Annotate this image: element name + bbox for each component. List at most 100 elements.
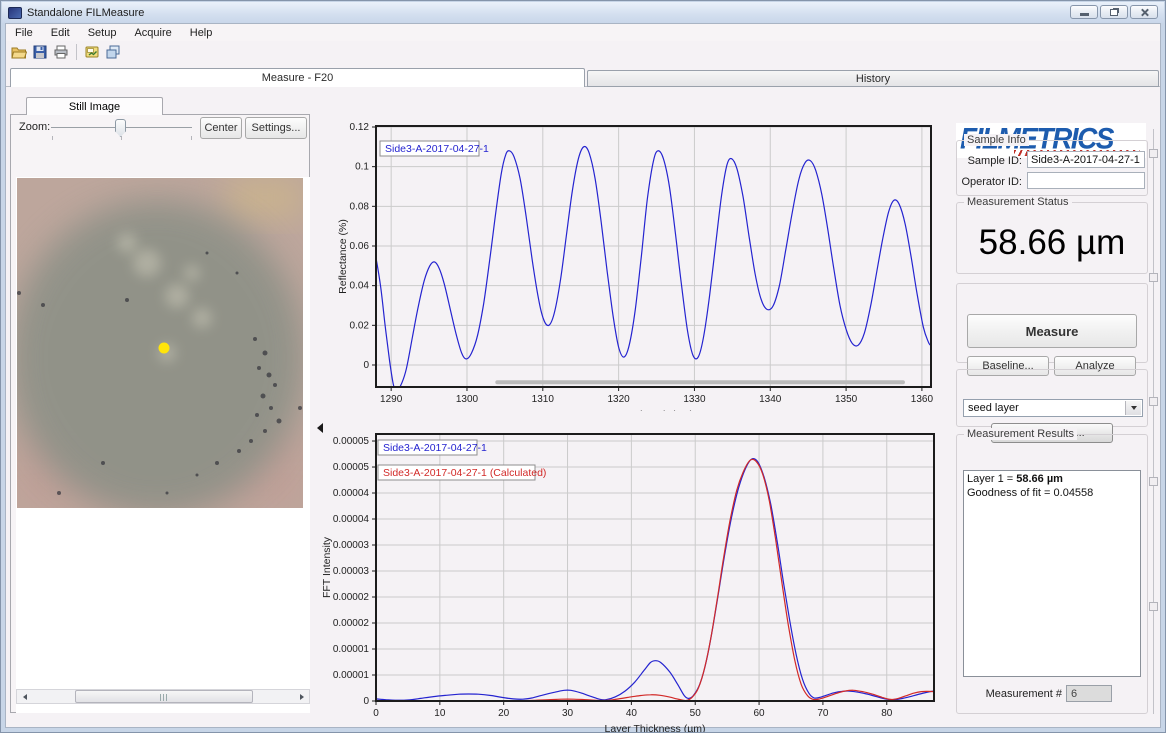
svg-text:Side3-A-2017-04-27-1: Side3-A-2017-04-27-1 [385, 143, 489, 155]
still-image-label: Still Image [69, 101, 120, 113]
splitter-grip[interactable] [1149, 477, 1158, 486]
toolbar [6, 41, 1160, 63]
camera-image[interactable] [17, 178, 303, 508]
splitter-grip[interactable] [1149, 149, 1158, 158]
measurement-number-label: Measurement # [956, 688, 1062, 700]
camera-viewport[interactable] [16, 177, 310, 713]
menu-acquire[interactable]: Acquire [125, 25, 180, 41]
svg-text:0.00002: 0.00002 [333, 618, 370, 629]
menu-file[interactable]: File [6, 25, 42, 41]
svg-text:0.00005: 0.00005 [333, 462, 370, 473]
svg-text:1350: 1350 [835, 394, 858, 405]
svg-text:1360: 1360 [911, 394, 934, 405]
zoom-tick [121, 136, 122, 140]
zoom-label: Zoom: [19, 121, 50, 133]
measurement-value: 58.66 µm [957, 223, 1147, 263]
copy-icon[interactable] [104, 44, 122, 61]
results-listbox[interactable]: Layer 1 = 58.66 µm Goodness of fit = 0.0… [963, 470, 1141, 677]
menu-help[interactable]: Help [181, 25, 222, 41]
svg-text:0.04: 0.04 [350, 281, 370, 292]
fft-chart[interactable]: 0102030405060708000.000010.000010.000020… [318, 424, 946, 733]
app-window: Standalone FILMeasure File Edit Setup Ac… [0, 0, 1166, 733]
splitter-grip[interactable] [1149, 397, 1158, 406]
menu-bar: File Edit Setup Acquire Help [6, 24, 1160, 41]
svg-text:0.1: 0.1 [355, 162, 369, 173]
right-splitter[interactable] [1153, 129, 1154, 714]
settings-button[interactable]: Settings... [245, 117, 307, 139]
scroll-left-button[interactable] [17, 690, 32, 703]
svg-text:40: 40 [626, 708, 638, 719]
svg-text:0.00001: 0.00001 [333, 670, 370, 681]
app-icon [8, 7, 22, 19]
scrollbar-thumb[interactable] [75, 690, 253, 703]
svg-text:70: 70 [817, 708, 829, 719]
center-button[interactable]: Center [200, 117, 242, 139]
window-title: Standalone FILMeasure [27, 7, 144, 19]
acquire-icon[interactable] [83, 44, 101, 61]
svg-text:0: 0 [363, 360, 369, 371]
svg-text:0.06: 0.06 [350, 241, 370, 252]
svg-text:0.00003: 0.00003 [333, 540, 370, 551]
svg-text:0.00004: 0.00004 [333, 488, 370, 499]
svg-text:1320: 1320 [607, 394, 630, 405]
svg-text:0.00002: 0.00002 [333, 592, 370, 603]
operator-id-input[interactable] [1027, 172, 1145, 189]
measurement-status-title: Measurement Status [964, 196, 1072, 208]
measure-button[interactable]: Measure [967, 314, 1137, 348]
minimize-button[interactable] [1070, 5, 1098, 19]
restore-icon [1110, 9, 1118, 16]
splitter-grip[interactable] [1149, 273, 1158, 282]
svg-text:60: 60 [754, 708, 766, 719]
result-line-1: Layer 1 = 58.66 µm [967, 472, 1137, 486]
close-button[interactable] [1130, 5, 1158, 19]
svg-text:20: 20 [498, 708, 510, 719]
horizontal-scrollbar[interactable] [16, 689, 310, 704]
save-icon[interactable] [31, 44, 49, 61]
svg-text:1310: 1310 [532, 394, 555, 405]
menu-edit[interactable]: Edit [42, 25, 79, 41]
svg-text:0.00003: 0.00003 [333, 566, 370, 577]
tab-measure-label: Measure - F20 [262, 72, 334, 84]
print-icon[interactable] [52, 44, 70, 61]
restore-button[interactable] [1100, 5, 1128, 19]
zoom-tick [52, 136, 53, 140]
measurement-results-title: Measurement Results [964, 428, 1077, 440]
svg-text:80: 80 [881, 708, 893, 719]
svg-text:0.00001: 0.00001 [333, 644, 370, 655]
arrow-left-icon [23, 694, 27, 700]
recipe-group [956, 369, 1148, 427]
scroll-right-button[interactable] [294, 690, 309, 703]
zoom-slider-thumb[interactable] [115, 119, 126, 137]
sample-id-input[interactable] [1027, 151, 1145, 168]
zoom-tick [191, 136, 192, 140]
measurement-number-field [1066, 685, 1112, 702]
svg-text:0.12: 0.12 [350, 122, 370, 133]
close-icon [1140, 8, 1149, 17]
tab-history[interactable]: History [587, 70, 1159, 87]
result-line-2: Goodness of fit = 0.04558 [967, 486, 1137, 500]
chevron-down-icon[interactable] [1125, 401, 1141, 415]
menu-setup[interactable]: Setup [79, 25, 126, 41]
open-icon[interactable] [10, 44, 28, 61]
svg-text:50: 50 [690, 708, 702, 719]
svg-text:1290: 1290 [380, 394, 403, 405]
reflectance-chart[interactable]: 1290130013101320133013401350136000.020.0… [336, 119, 948, 416]
svg-text:10: 10 [434, 708, 446, 719]
minimize-icon [1080, 13, 1089, 16]
operator-id-label: Operator ID: [952, 176, 1022, 188]
tab-measure-f20[interactable]: Measure - F20 [10, 68, 585, 87]
sample-id-label: Sample ID: [958, 155, 1022, 167]
splitter-grip[interactable] [1149, 602, 1158, 611]
tab-still-image[interactable]: Still Image [26, 97, 163, 115]
svg-text:1330: 1330 [683, 394, 706, 405]
measurement-status-group: Measurement Status 58.66 µm [956, 202, 1148, 274]
title-bar[interactable]: Standalone FILMeasure [2, 2, 1164, 23]
svg-text:Wavelength (nm): Wavelength (nm) [614, 409, 694, 411]
svg-text:Reflectance (%): Reflectance (%) [337, 219, 349, 294]
recipe-select[interactable]: seed layer [963, 399, 1143, 417]
svg-text:0: 0 [363, 696, 369, 707]
arrow-right-icon [300, 694, 304, 700]
client-area: File Edit Setup Acquire Help [5, 23, 1161, 728]
svg-text:30: 30 [562, 708, 574, 719]
svg-text:0.02: 0.02 [350, 320, 370, 331]
